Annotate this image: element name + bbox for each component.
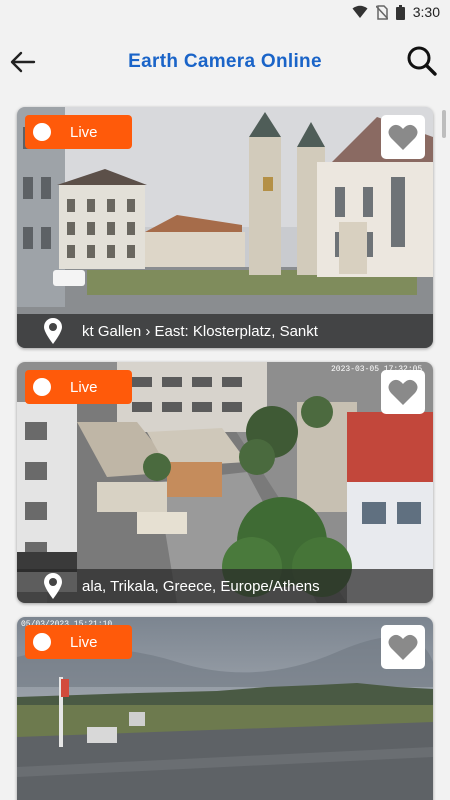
- location-bar: ala, Trikala, Greece, Europe/Athens: [17, 569, 433, 603]
- location-text: kt Gallen › East: Klosterplatz, Sankt: [82, 322, 318, 340]
- status-bar: 3:30: [0, 0, 450, 25]
- camera-card[interactable]: Live kt Gallen › East: Klosterplatz, San…: [17, 107, 433, 348]
- app-bar: Earth Camera Online: [0, 25, 450, 100]
- status-time: 3:30: [412, 4, 440, 20]
- no-sim-icon: [375, 4, 388, 20]
- live-badge: Live: [25, 625, 132, 659]
- location-text: ala, Trikala, Greece, Europe/Athens: [82, 577, 320, 595]
- location-pin-icon: [42, 317, 64, 345]
- live-badge: Live: [25, 115, 132, 149]
- location-bar: kt Gallen › East: Klosterplatz, Sankt: [17, 314, 433, 348]
- heart-icon: [388, 634, 418, 660]
- wifi-icon: [352, 5, 368, 18]
- scrollbar[interactable]: [442, 110, 446, 138]
- camera-feed-list[interactable]: Live kt Gallen › East: Klosterplatz, San…: [0, 100, 450, 800]
- live-label: Live: [70, 123, 98, 141]
- favorite-button[interactable]: [381, 115, 425, 159]
- camera-card[interactable]: 05/03/2023 15:21:10 Live: [17, 617, 433, 800]
- live-dot-icon: [33, 378, 51, 396]
- heart-icon: [388, 124, 418, 150]
- favorite-button[interactable]: [381, 370, 425, 414]
- heart-icon: [388, 379, 418, 405]
- status-icons: 3:30: [352, 4, 440, 20]
- camera-card[interactable]: 2023-03-05 17:32:05 Live ala, Trikala, G…: [17, 362, 433, 603]
- page-title: Earth Camera Online: [128, 51, 322, 72]
- battery-icon: [395, 4, 405, 20]
- live-dot-icon: [33, 633, 51, 651]
- favorite-button[interactable]: [381, 625, 425, 669]
- search-button[interactable]: [404, 43, 440, 79]
- search-icon: [407, 46, 437, 76]
- live-dot-icon: [33, 123, 51, 141]
- live-label: Live: [70, 378, 98, 396]
- location-pin-icon: [42, 572, 64, 600]
- live-label: Live: [70, 633, 98, 651]
- live-badge: Live: [25, 370, 132, 404]
